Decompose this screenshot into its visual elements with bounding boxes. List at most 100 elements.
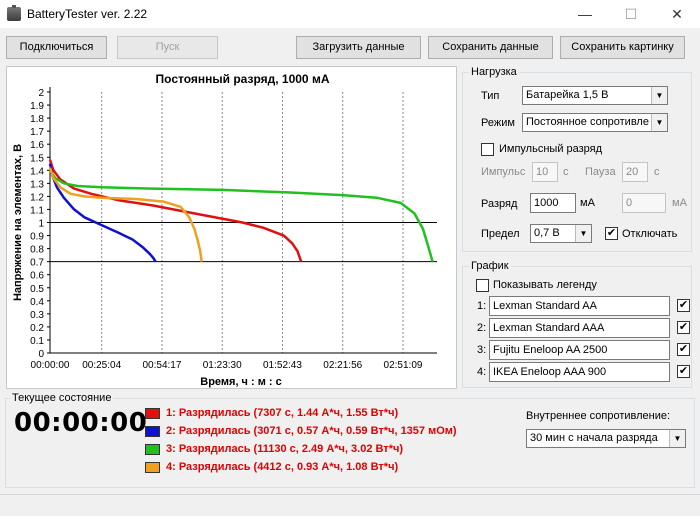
cutoff-label: Отключать xyxy=(622,228,678,240)
y-tick-label: 0.8 xyxy=(30,245,44,256)
series-name-input[interactable]: Lexman Standard AA xyxy=(489,296,670,316)
result-text: 3: Разрядилась (11130 с, 2.49 А*ч, 3.02 … xyxy=(166,443,404,455)
y-tick-label: 0.3 xyxy=(30,310,44,321)
close-button[interactable]: ✕ xyxy=(654,0,700,28)
save-data-button[interactable]: Сохранить данные xyxy=(428,36,553,59)
y-tick-label: 0.4 xyxy=(30,297,44,308)
discharge-label: Разряд xyxy=(481,198,518,210)
ir-label: Внутреннее сопротивление: xyxy=(526,410,671,422)
y-tick-label: 0 xyxy=(38,349,44,360)
chart-panel: Постоянный разряд, 1000 мА 00:00:00 00:25:… xyxy=(6,66,457,389)
graph-group-title: График xyxy=(469,260,511,272)
series-color-swatch xyxy=(145,426,160,437)
series-name-input[interactable]: Fujitu Eneloop AA 2500 xyxy=(489,340,670,360)
chevron-down-icon: ▼ xyxy=(651,87,667,104)
checkmark-icon: ✔ xyxy=(678,343,689,355)
pause-input[interactable]: 20 xyxy=(622,162,648,182)
discharge2-input[interactable]: 0 xyxy=(622,193,666,213)
ir-select[interactable]: 30 мин с начала разряда ▼ xyxy=(526,429,686,448)
x-tick-label: 00:54:17 xyxy=(142,360,181,371)
result-text: 4: Разрядилась (4412 с, 0.93 А*ч, 1.08 В… xyxy=(166,461,399,473)
x-tick-label: 01:23:30 xyxy=(203,360,242,371)
y-tick-label: 1.1 xyxy=(30,205,44,216)
series-name-input[interactable]: Lexman Standard AAA xyxy=(489,318,670,338)
series-line xyxy=(48,169,434,263)
pulse-checkbox[interactable] xyxy=(481,143,494,156)
y-tick-label: 1.2 xyxy=(30,192,44,203)
series-index: 3: xyxy=(477,344,487,356)
load-data-button[interactable]: Загрузить данные xyxy=(296,36,421,59)
impulse-label: Импульс xyxy=(481,166,526,178)
timer-display: 00:00:00 xyxy=(14,408,148,438)
y-tick-label: 1.4 xyxy=(30,166,44,177)
x-tick-label: 02:51:09 xyxy=(384,360,423,371)
y-tick-label: 1.7 xyxy=(30,127,44,138)
limit-select[interactable]: 0,7 В ▼ xyxy=(530,224,592,243)
series-index: 1: xyxy=(477,300,487,312)
x-tick-label: 00:25:04 xyxy=(82,360,121,371)
title-bar: BatteryTester ver. 2.22 — ☐ ✕ xyxy=(0,0,700,28)
series-color-swatch xyxy=(145,462,160,473)
x-axis-label: Время, ч : м : с xyxy=(200,376,282,388)
pulse-label: Импульсный разряд xyxy=(499,143,603,155)
x-tick-label: 02:21:56 xyxy=(323,360,362,371)
chevron-down-icon: ▼ xyxy=(575,225,591,242)
checkmark-icon: ✔ xyxy=(678,321,689,333)
y-tick-label: 0.9 xyxy=(30,232,44,243)
type-select[interactable]: Батарейка 1,5 В ▼ xyxy=(522,86,668,105)
y-tick-label: 1.5 xyxy=(30,153,44,164)
series-line xyxy=(48,163,157,263)
y-tick-label: 1.9 xyxy=(30,101,44,112)
status-bar xyxy=(0,494,700,516)
y-tick-label: 0.1 xyxy=(30,336,44,347)
save-image-button[interactable]: Сохранить картинку xyxy=(560,36,685,59)
series-visible-checkbox[interactable]: ✔ xyxy=(677,343,690,356)
chart-title: Постоянный разряд, 1000 мА xyxy=(156,72,330,86)
limit-label: Предел xyxy=(481,228,520,240)
legend-checkbox[interactable] xyxy=(476,279,489,292)
load-group-title: Нагрузка xyxy=(469,66,519,78)
series-color-swatch xyxy=(145,408,160,419)
limit-select-value: 0,7 В xyxy=(534,227,560,239)
impulse-unit: с xyxy=(563,166,569,178)
maximize-button[interactable]: ☐ xyxy=(608,0,654,28)
series-visible-checkbox[interactable]: ✔ xyxy=(677,299,690,312)
result-text: 1: Разрядилась (7307 с, 1.44 А*ч, 1.55 В… xyxy=(166,407,399,419)
series-index: 2: xyxy=(477,322,487,334)
checkmark-icon: ✔ xyxy=(678,365,689,377)
battery-app-icon xyxy=(7,5,21,21)
connect-button[interactable]: Подключиться xyxy=(6,36,107,59)
chevron-down-icon: ▼ xyxy=(669,430,685,447)
y-tick-label: 1.6 xyxy=(30,140,44,151)
pause-label: Пауза xyxy=(585,166,616,178)
discharge-input[interactable]: 1000 xyxy=(530,193,576,213)
minimize-button[interactable]: — xyxy=(562,0,608,28)
pause-unit: с xyxy=(654,166,660,178)
chevron-down-icon: ▼ xyxy=(651,114,667,131)
y-axis-label: Напряжение на элементах, В xyxy=(12,144,24,301)
start-button[interactable]: Пуск xyxy=(117,36,218,59)
series-line xyxy=(48,159,303,263)
series-visible-checkbox[interactable]: ✔ xyxy=(677,365,690,378)
type-label: Тип xyxy=(481,90,500,102)
legend-label: Показывать легенду xyxy=(493,279,597,291)
y-tick-label: 0.2 xyxy=(30,323,44,334)
mode-select-value: Постоянное сопротивле xyxy=(526,116,649,128)
series-visible-checkbox[interactable]: ✔ xyxy=(677,321,690,334)
y-tick-label: 1 xyxy=(38,219,44,230)
cutoff-checkbox[interactable]: ✔ xyxy=(605,227,618,240)
discharge2-unit: мА xyxy=(672,197,687,209)
y-tick-label: 0.7 xyxy=(30,258,44,269)
series-color-swatch xyxy=(145,444,160,455)
mode-select[interactable]: Постоянное сопротивле ▼ xyxy=(522,113,668,132)
discharge-chart: Постоянный разряд, 1000 мА 00:00:00 00:25:… xyxy=(12,72,437,388)
y-tick-label: 0.6 xyxy=(30,271,44,282)
checkmark-icon: ✔ xyxy=(678,299,689,311)
result-text: 2: Разрядилась (3071 с, 0.57 А*ч, 0.59 В… xyxy=(166,425,457,437)
mode-label: Режим xyxy=(481,117,515,129)
status-group-title: Текущее состояние xyxy=(10,392,114,404)
x-tick-label: 01:52:43 xyxy=(263,360,302,371)
impulse-input[interactable]: 10 xyxy=(532,162,558,182)
series-name-input[interactable]: IKEA Eneloop AAA 900 xyxy=(489,362,670,382)
y-tick-label: 1.3 xyxy=(30,179,44,190)
